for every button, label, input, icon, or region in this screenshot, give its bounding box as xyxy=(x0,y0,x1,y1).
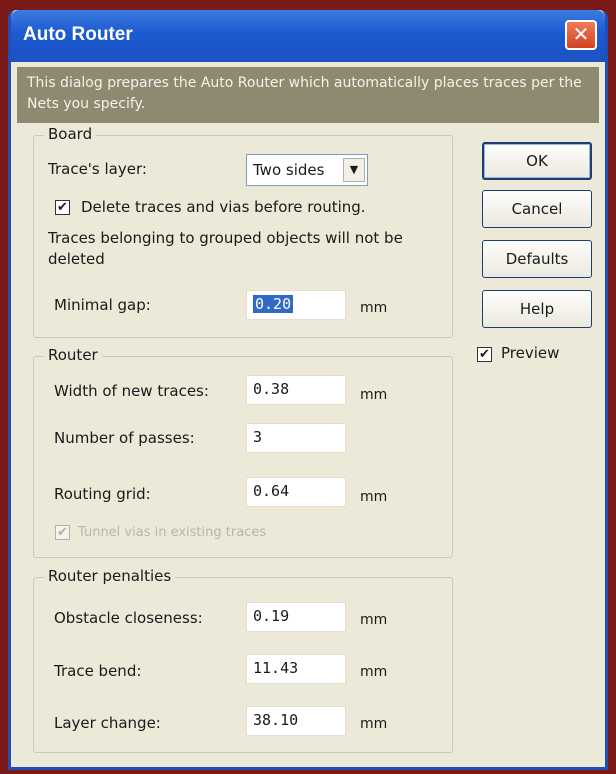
layer-change-value: 38.10 xyxy=(253,711,299,729)
tunnel-vias-checkbox: ✔ xyxy=(55,525,70,540)
layer-change-label: Layer change: xyxy=(54,714,161,732)
board-group: Board Trace's layer: Two sides ▼ ✔ Delet… xyxy=(33,125,453,338)
trace-width-unit: mm xyxy=(360,387,388,403)
passes-input[interactable]: 3 xyxy=(246,423,346,453)
preview-checkbox[interactable]: ✔ xyxy=(477,347,492,362)
trace-width-label: Width of new traces: xyxy=(54,382,209,400)
board-legend: Board xyxy=(44,125,97,143)
minimal-gap-value: 0.20 xyxy=(253,295,294,313)
obstacle-closeness-input[interactable]: 0.19 xyxy=(246,602,346,632)
minimal-gap-input[interactable]: 0.20 xyxy=(246,290,346,320)
description-banner: This dialog prepares the Auto Router whi… xyxy=(17,67,599,123)
routing-grid-value: 0.64 xyxy=(253,482,290,500)
defaults-button[interactable]: Defaults xyxy=(482,240,592,278)
close-icon: ✕ xyxy=(572,22,590,46)
trace-width-input[interactable]: 0.38 xyxy=(246,375,346,405)
tunnel-vias-label: Tunnel vias in existing traces xyxy=(78,525,267,540)
router-legend: Router xyxy=(44,346,102,364)
routing-grid-unit: mm xyxy=(360,489,388,505)
trace-bend-input[interactable]: 11.43 xyxy=(246,654,346,684)
trace-layer-select[interactable]: Two sides ▼ xyxy=(246,154,368,186)
close-button[interactable]: ✕ xyxy=(565,20,597,50)
layer-change-input[interactable]: 38.10 xyxy=(246,706,346,736)
delete-traces-label[interactable]: Delete traces and vias before routing. xyxy=(81,198,366,216)
trace-bend-label: Trace bend: xyxy=(54,662,142,680)
minimal-gap-unit: mm xyxy=(360,300,388,316)
obstacle-closeness-label: Obstacle closeness: xyxy=(54,609,203,627)
minimal-gap-label: Minimal gap: xyxy=(54,296,151,314)
obstacle-closeness-value: 0.19 xyxy=(253,607,290,625)
auto-router-dialog: Auto Router ✕ This dialog prepares the A… xyxy=(8,10,608,770)
ok-button[interactable]: OK xyxy=(482,142,592,180)
trace-layer-value: Two sides xyxy=(253,161,325,179)
passes-value: 3 xyxy=(253,428,263,446)
preview-label[interactable]: Preview xyxy=(501,344,559,362)
router-group: Router Width of new traces: 0.38 mm Numb… xyxy=(33,346,453,558)
router-penalties-group: Router penalties Obstacle closeness: 0.1… xyxy=(33,567,453,753)
routing-grid-input[interactable]: 0.64 xyxy=(246,477,346,507)
trace-layer-label: Trace's layer: xyxy=(48,160,147,178)
dialog-title: Auto Router xyxy=(23,24,133,45)
help-button[interactable]: Help xyxy=(482,290,592,328)
trace-width-value: 0.38 xyxy=(253,380,290,398)
title-bar[interactable]: Auto Router ✕ xyxy=(11,10,605,62)
penalties-legend: Router penalties xyxy=(44,567,176,585)
trace-bend-value: 11.43 xyxy=(253,659,299,677)
layer-change-unit: mm xyxy=(360,716,388,732)
delete-traces-checkbox[interactable]: ✔ xyxy=(55,200,70,215)
trace-bend-unit: mm xyxy=(360,664,388,680)
passes-label: Number of passes: xyxy=(54,429,195,447)
chevron-down-icon[interactable]: ▼ xyxy=(343,158,365,182)
routing-grid-label: Routing grid: xyxy=(54,485,151,503)
cancel-button[interactable]: Cancel xyxy=(482,190,592,228)
grouped-objects-note: Traces belonging to grouped objects will… xyxy=(48,229,403,268)
obstacle-closeness-unit: mm xyxy=(360,612,388,628)
